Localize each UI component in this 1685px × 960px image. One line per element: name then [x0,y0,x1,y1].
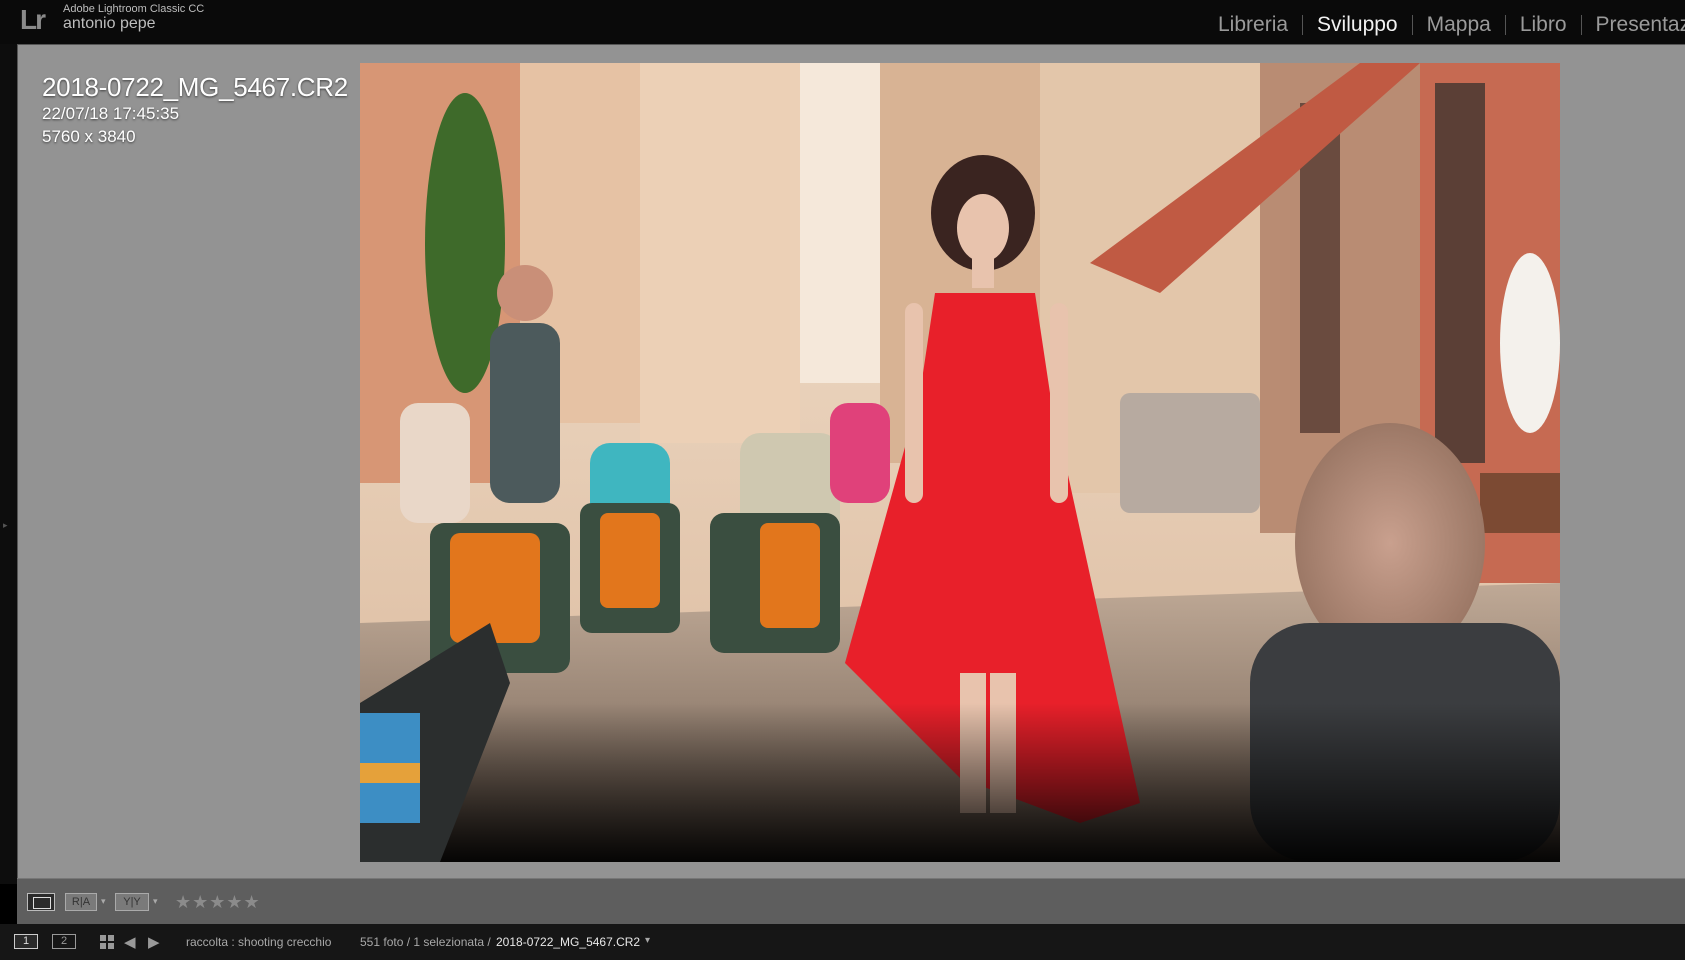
star-rating[interactable]: ★★★★★ [175,892,261,913]
expand-left-panel-icon[interactable]: ▸ [3,520,8,531]
filmstrip-bar: 1 2 ◀ ▶ raccolta : shooting crecchio 551… [0,924,1685,960]
module-libreria[interactable]: Libreria [1204,13,1302,37]
left-panel-collapsed[interactable]: ▸ [0,44,17,884]
photo-preview[interactable] [360,63,1560,862]
caret-down-icon[interactable]: ▾ [101,896,106,907]
toolbar: R|A ▾ Y|Y ▾ ★★★★★ [17,878,1685,924]
module-picker: Libreria Sviluppo Mappa Libro Presentaz [1204,13,1685,37]
lightroom-logo: Lr [20,4,46,35]
filmstrip-source[interactable]: raccolta : shooting crecchio [186,935,331,949]
photo-datetime: 22/07/18 17:45:35 [42,104,180,123]
photo-image [360,63,1560,862]
loupe-view-button[interactable] [27,893,55,911]
arrow-right-icon[interactable]: ▶ [148,933,160,951]
top-bar: Lr Adobe Lightroom Classic CC antonio pe… [0,0,1685,44]
photo-dimensions: 5760 x 3840 [42,127,136,146]
filmstrip-current-file[interactable]: 2018-0722_MG_5467.CR2 [496,935,640,949]
arrow-left-icon[interactable]: ◀ [124,933,136,951]
grid-icon[interactable] [100,935,114,949]
user-name: antonio pepe [63,15,156,32]
photo-filename: 2018-0722_MG_5467.CR2 [42,72,348,102]
filmstrip-count: 551 foto / 1 selezionata / [360,935,491,949]
photo-info-overlay: 2018-0722_MG_5467.CR2 22/07/18 17:45:35 … [42,72,348,148]
caret-down-icon[interactable]: ▾ [645,935,650,946]
app-name: Adobe Lightroom Classic CC [63,3,205,15]
reference-view-button[interactable]: R|A [65,893,97,911]
module-presentazione[interactable]: Presentaz [1582,13,1685,37]
module-sviluppo[interactable]: Sviluppo [1303,13,1412,37]
caret-down-icon[interactable]: ▾ [153,896,158,907]
module-libro[interactable]: Libro [1506,13,1581,37]
main-window-button[interactable]: 1 [14,934,38,949]
before-after-button[interactable]: Y|Y [115,893,149,911]
second-window-button[interactable]: 2 [52,934,76,949]
module-mappa[interactable]: Mappa [1413,13,1505,37]
